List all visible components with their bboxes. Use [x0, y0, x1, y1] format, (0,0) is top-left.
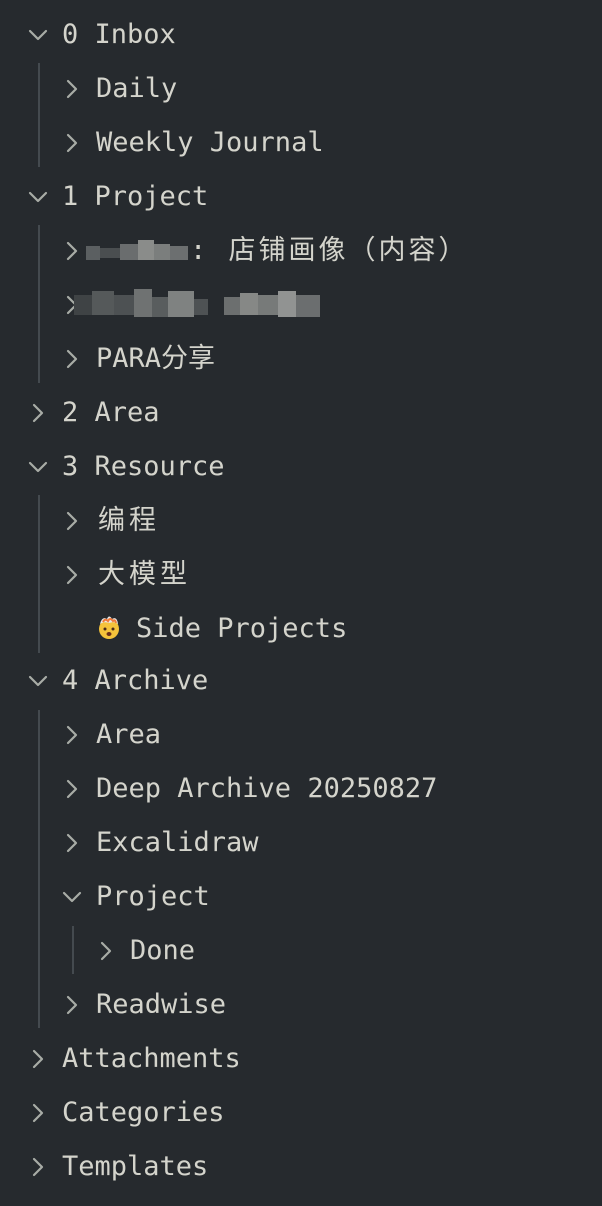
folder-daily[interactable]: Daily — [0, 62, 602, 116]
folder-label: 3 Resource — [62, 451, 225, 482]
folder-attachments[interactable]: Attachments — [0, 1032, 602, 1086]
chevron-right-icon[interactable] — [60, 239, 84, 263]
folder-coding[interactable]: 编程 — [0, 494, 602, 548]
folder-archive-project[interactable]: Project — [0, 870, 602, 924]
chevron-right-icon[interactable] — [60, 77, 84, 101]
folder-label: 4 Archive — [62, 665, 209, 696]
redacted-text — [86, 224, 190, 278]
chevron-right-icon[interactable] — [60, 777, 84, 801]
chevron-down-icon[interactable] — [26, 23, 50, 47]
folder-label: 编程 — [98, 505, 160, 536]
folder-label: 0 Inbox — [62, 19, 176, 50]
folder-label: Readwise — [96, 989, 227, 1020]
file-side-projects[interactable]: Side Projects — [0, 602, 602, 656]
chevron-down-icon[interactable] — [26, 455, 50, 479]
file-label: Side Projects — [136, 613, 348, 644]
chevron-right-icon[interactable] — [60, 347, 84, 371]
folder-categories[interactable]: Categories — [0, 1086, 602, 1140]
folder-label: Templates — [62, 1151, 209, 1182]
folder-readwise[interactable]: Readwise — [0, 978, 602, 1032]
folder-weekly-journal[interactable]: Weekly Journal — [0, 116, 602, 170]
exploding-head-icon — [99, 616, 119, 639]
chevron-right-icon[interactable] — [26, 401, 50, 425]
folder-label: 大模型 — [98, 559, 191, 590]
chevron-right-icon[interactable] — [60, 831, 84, 855]
chevron-right-icon[interactable] — [26, 1047, 50, 1071]
chevron-right-icon[interactable] — [60, 723, 84, 747]
folder-label: : 店铺画像（内容） — [190, 235, 469, 266]
folder-archive-area[interactable]: Area — [0, 708, 602, 762]
folder-project[interactable]: 1 Project — [0, 170, 602, 224]
folder-label: Categories — [62, 1097, 225, 1128]
chevron-down-icon[interactable] — [26, 185, 50, 209]
folder-archive[interactable]: 4 Archive — [0, 654, 602, 708]
chevron-right-icon[interactable] — [94, 939, 118, 963]
file-label-wrap: Side Projects — [96, 602, 347, 656]
folder-templates[interactable]: Templates — [0, 1140, 602, 1194]
chevron-down-icon[interactable] — [26, 669, 50, 693]
folder-done[interactable]: Done — [0, 924, 602, 978]
folder-resource[interactable]: 3 Resource — [0, 440, 602, 494]
folder-para-share[interactable]: PARA分享 — [0, 332, 602, 386]
chevron-right-icon[interactable] — [60, 131, 84, 155]
folder-label: Project — [96, 881, 210, 912]
folder-label: 1 Project — [62, 181, 209, 212]
folder-excalidraw[interactable]: Excalidraw — [0, 816, 602, 870]
redacted-text — [74, 278, 324, 332]
folder-shop-profile[interactable]: : 店铺画像（内容） — [0, 224, 602, 278]
chevron-right-icon[interactable] — [60, 509, 84, 533]
folder-llm[interactable]: 大模型 — [0, 548, 602, 602]
folder-area[interactable]: 2 Area — [0, 386, 602, 440]
folder-deep-archive[interactable]: Deep Archive 20250827 — [0, 762, 602, 816]
chevron-right-icon[interactable] — [60, 993, 84, 1017]
chevron-right-icon[interactable] — [60, 563, 84, 587]
folder-label: Done — [130, 935, 196, 966]
folder-label: Daily — [96, 73, 178, 104]
folder-label: Weekly Journal — [96, 127, 324, 158]
folder-redacted[interactable] — [0, 278, 602, 332]
folder-label: Attachments — [62, 1043, 241, 1074]
folder-label: PARA分享 — [96, 343, 216, 374]
chevron-right-icon[interactable] — [26, 1101, 50, 1125]
folder-label: Excalidraw — [96, 827, 259, 858]
folder-label: Area — [96, 719, 162, 750]
chevron-right-icon[interactable] — [26, 1155, 50, 1179]
folder-label: Deep Archive 20250827 — [96, 773, 438, 804]
chevron-down-icon[interactable] — [60, 885, 84, 909]
folder-label: 2 Area — [62, 397, 160, 428]
folder-inbox[interactable]: 0 Inbox — [0, 8, 602, 62]
